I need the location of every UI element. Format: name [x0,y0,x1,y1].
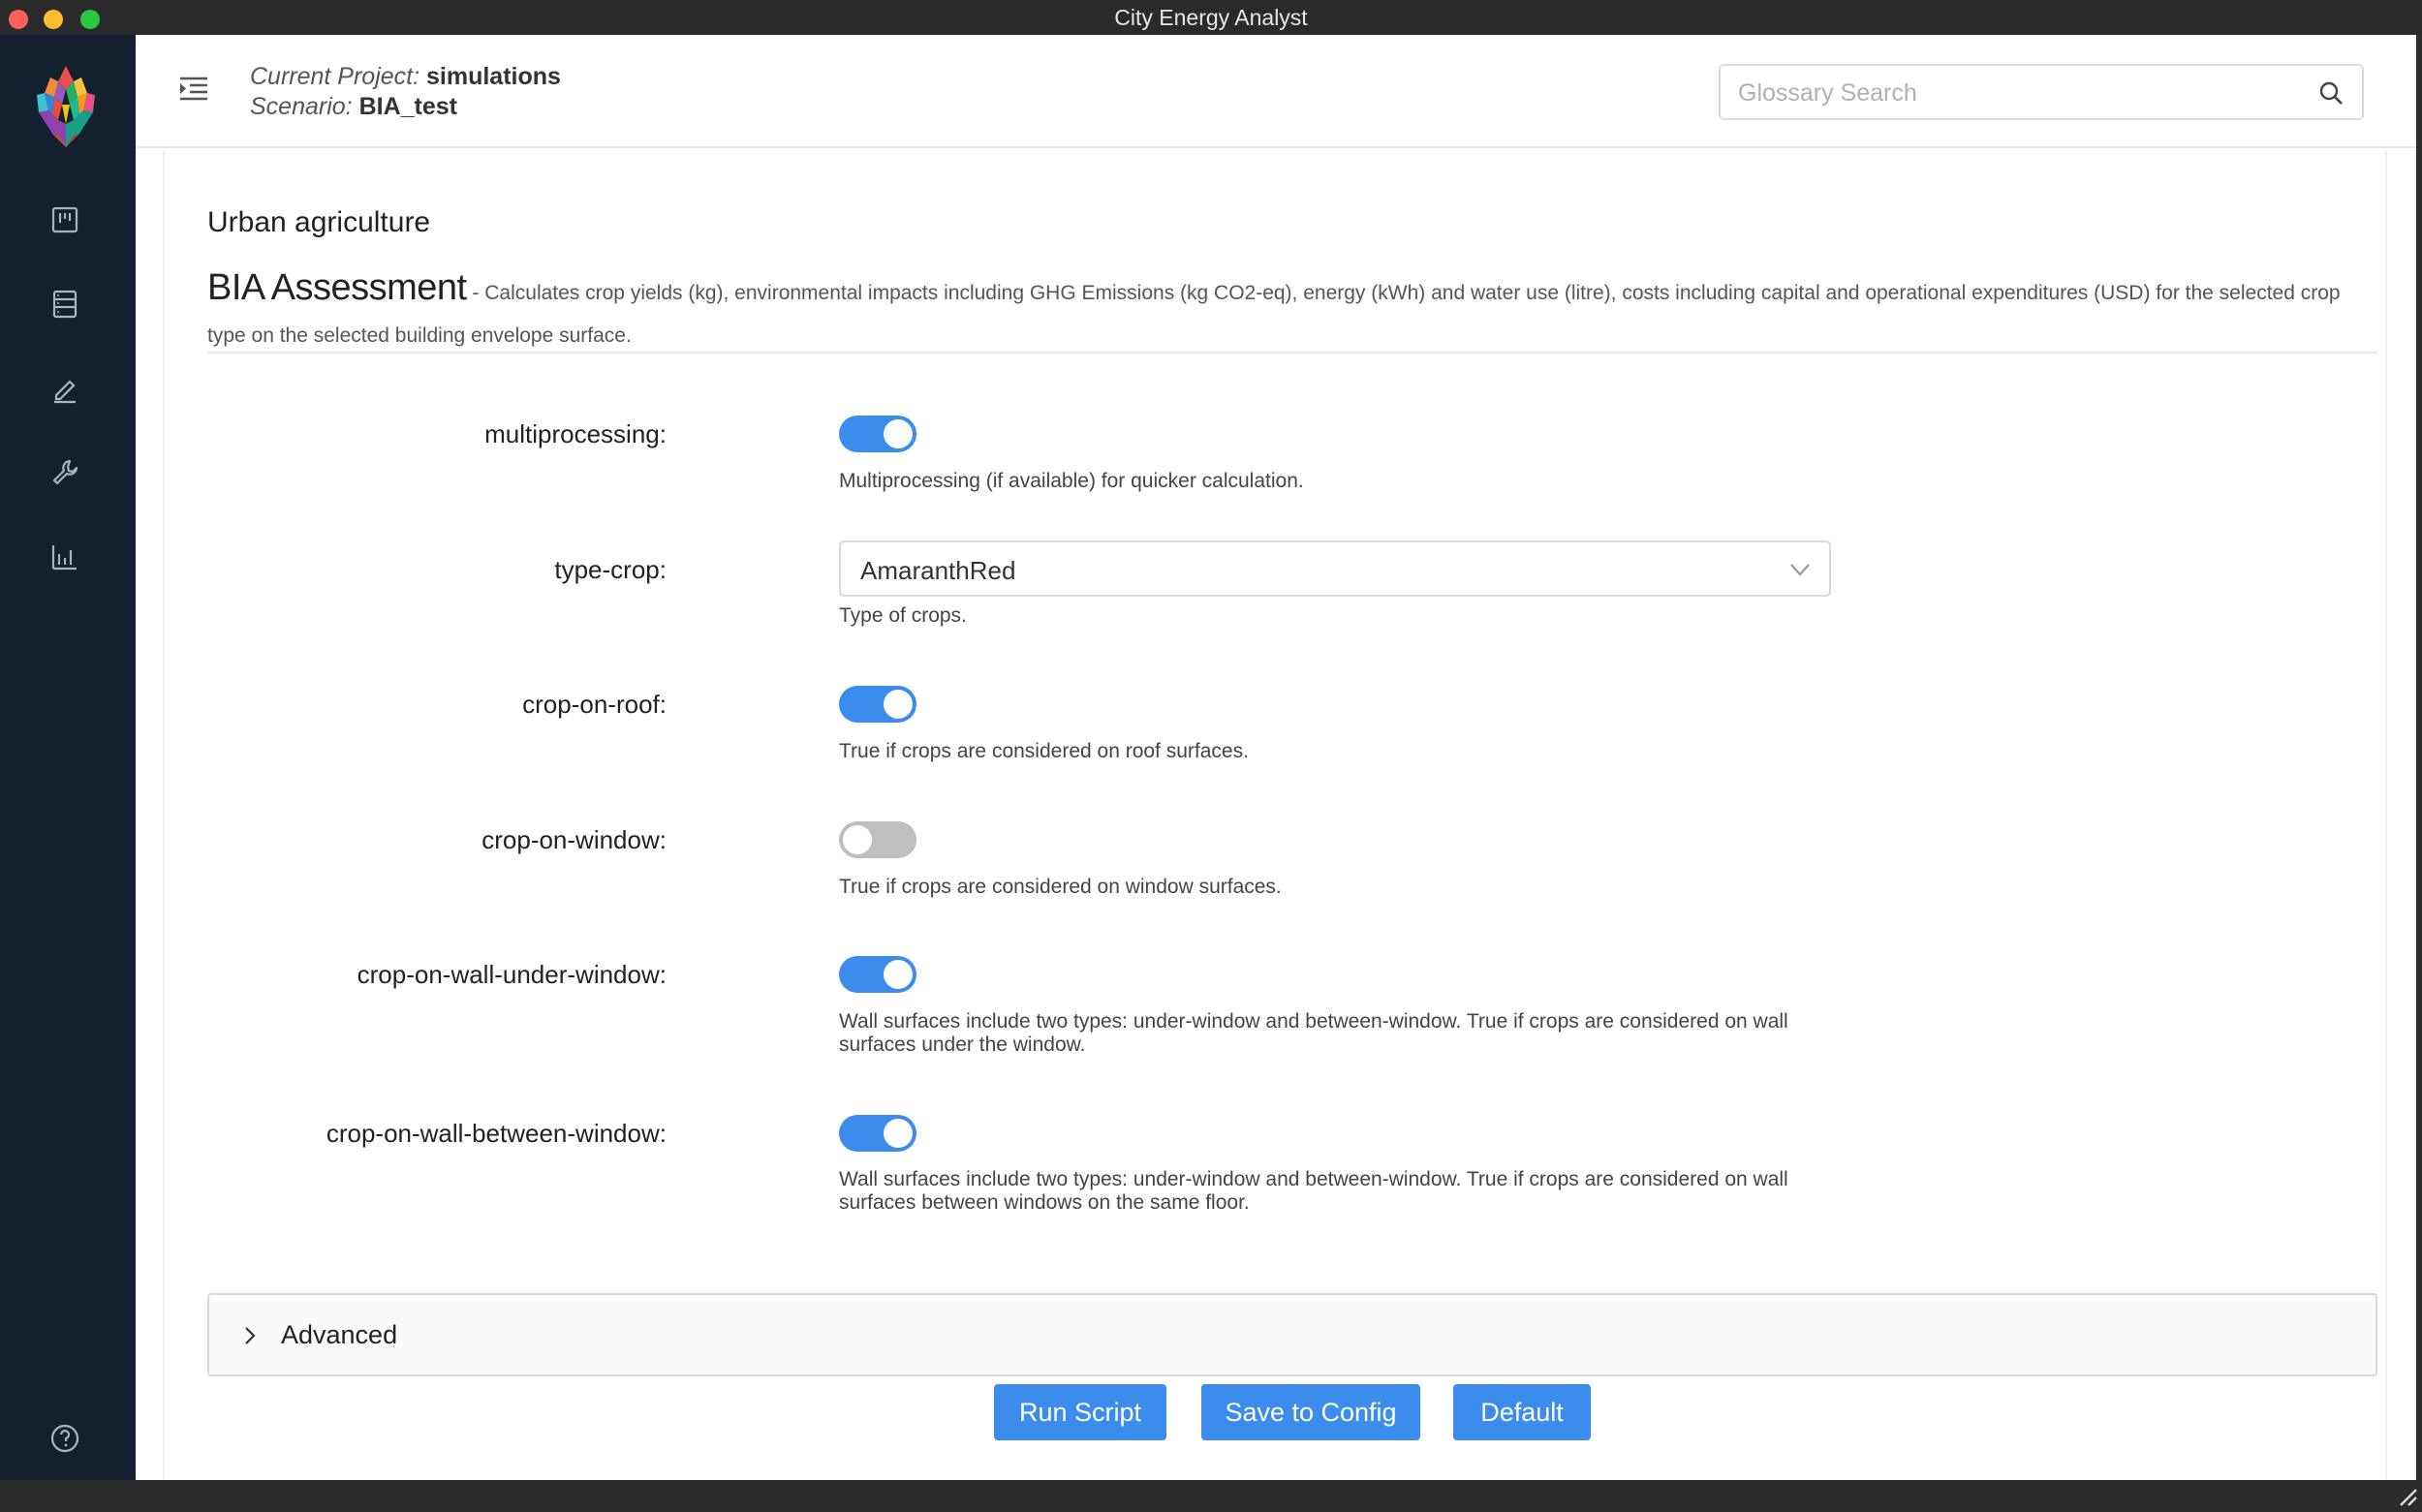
toggle-knob [884,960,913,989]
toggle-knob [884,419,913,448]
resize-handle-icon[interactable] [2397,1486,2418,1507]
project-overview-icon[interactable] [48,203,81,236]
tool-panel: Urban agriculture BIA Assessment - Calcu… [163,150,2387,1480]
param-help-multiprocessing: Multiprocessing (if available) for quick… [839,470,1304,492]
param-help-crop-on-window: True if crops are considered on window s… [839,876,1282,898]
param-help-crop-on-wall-under-window: Wall surfaces include two types: under-w… [839,1010,1788,1056]
type-crop-select[interactable]: AmaranthRed [839,540,1831,597]
status-bar [0,1480,2422,1512]
tool-header: BIA Assessment - Calculates crop yields … [207,266,2377,357]
header: Current Project: simulations Scenario: B… [136,35,2416,148]
scenario-prefix: Scenario: [250,93,359,120]
param-label-type-crop: type-crop: [554,555,667,584]
tool-name: BIA Assessment [207,267,467,308]
param-label-crop-on-wall-under-window: crop-on-wall-under-window: [357,960,667,989]
param-label-crop-on-window: crop-on-window: [481,825,667,854]
chevron-right-icon [240,1324,260,1347]
crop-on-wall-under-window-toggle[interactable] [839,956,916,993]
glossary-search[interactable] [1719,64,2364,120]
run-script-button[interactable]: Run Script [994,1384,1166,1440]
toggle-knob [843,825,872,854]
sidebar [0,35,136,1480]
project-name: simulations [426,63,561,90]
search-icon[interactable] [2317,79,2344,107]
scenario-name: BIA_test [358,93,457,120]
param-help-type-crop: Type of crops. [839,604,967,627]
param-label-multiprocessing: multiprocessing: [484,419,667,448]
maximize-window-button[interactable] [80,10,100,29]
crop-on-roof-toggle[interactable] [839,686,916,723]
close-window-button[interactable] [9,10,28,29]
param-help-crop-on-wall-between-window: Wall surfaces include two types: under-w… [839,1168,1788,1214]
project-prefix: Current Project: [250,63,427,90]
main-area: Current Project: simulations Scenario: B… [136,35,2416,1480]
advanced-label: Advanced [281,1320,398,1349]
title-bar: City Energy Analyst [0,0,2422,35]
toggle-knob [884,690,913,719]
input-editor-icon[interactable] [48,372,81,405]
chevron-down-icon [1788,560,1812,579]
tool-description: - Calculates crop yields (kg), environme… [207,282,2341,347]
toggle-knob [884,1119,913,1148]
multiprocessing-toggle[interactable] [839,416,916,452]
menu-toggle-icon[interactable] [176,72,211,107]
project-info: Current Project: simulations Scenario: B… [250,62,561,122]
help-icon[interactable] [48,1422,81,1455]
crop-on-window-toggle[interactable] [839,821,916,858]
input-database-icon[interactable] [48,288,81,321]
tool-category: Urban agriculture [207,206,431,238]
param-label-crop-on-wall-between-window: crop-on-wall-between-window: [326,1119,667,1148]
divider [207,352,2377,354]
default-button[interactable]: Default [1453,1384,1591,1440]
param-label-crop-on-roof: crop-on-roof: [522,690,667,719]
crop-on-wall-between-window-toggle[interactable] [839,1115,916,1152]
type-crop-value: AmaranthRed [860,556,1016,585]
search-input[interactable] [1738,76,2290,110]
app-logo[interactable] [29,64,103,151]
tools-icon[interactable] [48,456,81,489]
advanced-collapse[interactable]: Advanced [207,1293,2377,1376]
dashboard-icon[interactable] [48,540,81,573]
param-help-crop-on-roof: True if crops are considered on roof sur… [839,740,1249,762]
window-title: City Energy Analyst [1114,5,1308,30]
save-to-config-button[interactable]: Save to Config [1201,1384,1420,1440]
minimize-window-button[interactable] [44,10,63,29]
